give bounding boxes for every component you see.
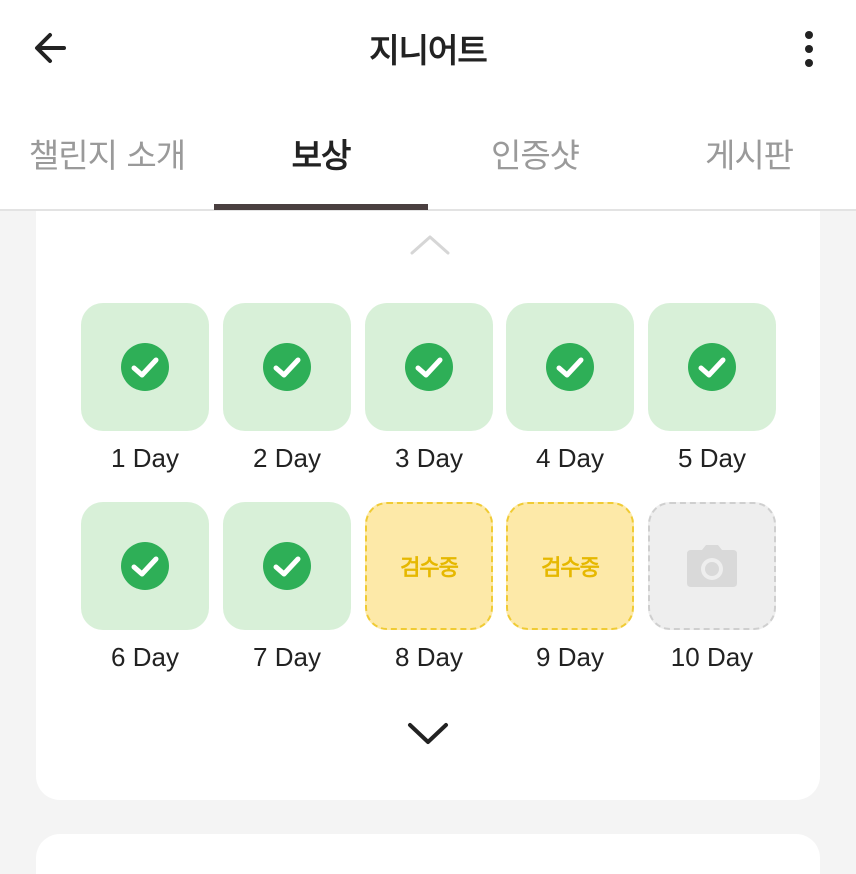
- tab-reward[interactable]: 보상: [214, 96, 428, 209]
- day-tile-done[interactable]: [506, 303, 634, 431]
- day-tile-done[interactable]: [648, 303, 776, 431]
- day-label: 8 Day: [395, 642, 463, 672]
- day-label: 9 Day: [536, 642, 604, 672]
- camera-icon: [687, 545, 737, 587]
- check-circle-icon: [263, 542, 311, 590]
- review-status-text: 검수중: [541, 556, 600, 581]
- scroll-up-button[interactable]: [409, 231, 451, 261]
- check-circle-icon: [546, 343, 594, 391]
- review-status-text: 검수중: [400, 556, 459, 581]
- day-tile-done[interactable]: [223, 502, 351, 630]
- day-tile-done[interactable]: [81, 303, 209, 431]
- day-item: 3 Day: [365, 303, 493, 474]
- tab-board[interactable]: 게시판: [642, 96, 856, 209]
- day-label: 5 Day: [678, 443, 746, 473]
- day-item: 5 Day: [648, 303, 776, 474]
- day-item: 1 Day: [81, 303, 209, 474]
- day-label: 6 Day: [111, 642, 179, 672]
- day-tile-done[interactable]: [223, 303, 351, 431]
- day-label: 4 Day: [536, 443, 604, 473]
- check-circle-icon: [405, 343, 453, 391]
- day-tile-review[interactable]: 검수중: [506, 502, 634, 630]
- chevron-down-icon: [408, 723, 448, 744]
- page-title: 지니어트: [369, 31, 487, 70]
- chevron-up-icon: [410, 235, 450, 255]
- check-circle-icon: [121, 343, 169, 391]
- day-item: 4 Day: [506, 303, 634, 474]
- reward-progress-card: 1 Day 2 Day 3 Day 4 Day 5 Day 6 Day 7 Day 검수중 8 …: [36, 211, 820, 800]
- day-label: 1 Day: [111, 443, 179, 473]
- tab-proof-shot[interactable]: 인증샷: [428, 96, 642, 209]
- day-tile-review[interactable]: 검수중: [365, 502, 493, 630]
- check-circle-icon: [121, 542, 169, 590]
- day-label: 3 Day: [395, 443, 463, 473]
- day-item: 검수중 8 Day: [365, 502, 493, 673]
- day-tile-done[interactable]: [365, 303, 493, 431]
- day-item: 7 Day: [223, 502, 351, 673]
- tab-bar: 챌린지 소개 보상 인증샷 게시판: [0, 96, 856, 211]
- day-label: 10 Day: [670, 642, 754, 672]
- day-item: 10 Day: [648, 502, 776, 673]
- scroll-down-button[interactable]: [406, 717, 450, 749]
- next-card: [36, 834, 820, 874]
- check-circle-icon: [688, 343, 736, 391]
- active-tab-indicator: [214, 204, 428, 210]
- day-label: 7 Day: [253, 642, 321, 672]
- app-bar: 지니어트: [0, 0, 856, 96]
- day-item: 검수중 9 Day: [506, 502, 634, 673]
- day-item: 2 Day: [223, 303, 351, 474]
- check-circle-icon: [263, 343, 311, 391]
- day-item: 6 Day: [81, 502, 209, 673]
- day-tile-done[interactable]: [81, 502, 209, 630]
- more-options-button[interactable]: [784, 22, 834, 76]
- more-vertical-icon: [805, 31, 813, 39]
- day-label: 2 Day: [253, 443, 321, 473]
- tab-challenge-intro[interactable]: 챌린지 소개: [0, 96, 214, 209]
- day-tile-empty[interactable]: [648, 502, 776, 630]
